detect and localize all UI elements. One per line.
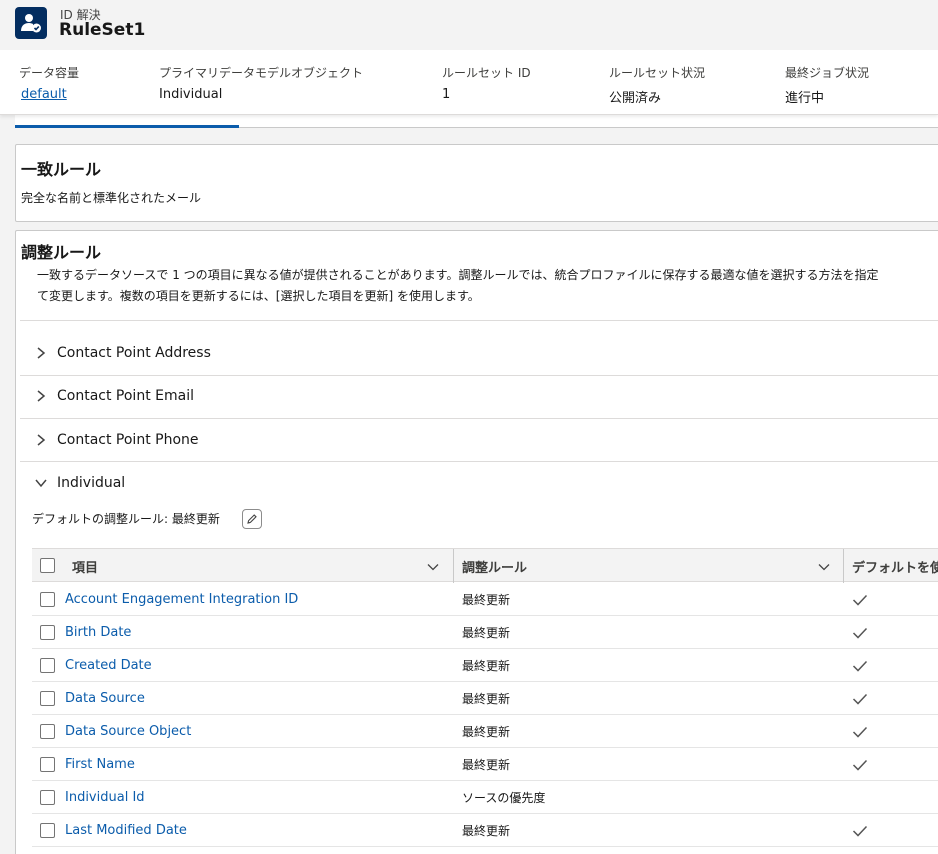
highlight-ruleset-status: ルールセット状況 公開済み xyxy=(609,64,705,106)
app-root: ID 解決 RuleSet1 データ容量 default プライマリデータモデル… xyxy=(0,0,938,854)
field-link[interactable]: Last Modified Date xyxy=(65,823,187,838)
select-all-checkbox[interactable] xyxy=(40,558,55,573)
identity-resolution-icon xyxy=(15,7,47,39)
field-label: プライマリデータモデルオブジェクト xyxy=(159,66,364,80)
column-header-rule[interactable]: 調整ルール xyxy=(462,557,527,576)
column-divider[interactable] xyxy=(843,549,844,583)
table-row: Birth Date 最終更新 xyxy=(32,616,938,649)
rule-cell: 最終更新 xyxy=(462,758,511,772)
pencil-icon xyxy=(247,514,257,524)
match-rules-card: 一致ルール 完全な名前と標準化されたメール xyxy=(15,144,938,222)
field-link[interactable]: Data Source xyxy=(65,691,145,706)
table-header: 項目 調整ルール デフォルトを使 xyxy=(32,548,938,583)
row-checkbox[interactable] xyxy=(40,625,55,640)
row-checkbox[interactable] xyxy=(40,658,55,673)
checkmark-icon xyxy=(852,726,868,738)
tab-strip xyxy=(15,115,938,128)
field-label: ルールセット ID xyxy=(442,66,531,80)
accordion-label: Contact Point Address xyxy=(57,345,211,361)
highlight-primary-object: プライマリデータモデルオブジェクト Individual xyxy=(159,64,363,102)
rule-cell: 最終更新 xyxy=(462,692,511,706)
field-label: ルールセット状況 xyxy=(609,66,706,80)
field-link[interactable]: Birth Date xyxy=(65,625,131,640)
page-title: RuleSet1 xyxy=(59,20,146,40)
reconciliation-title: 調整ルール xyxy=(21,243,102,262)
field-value: 公開済み xyxy=(609,91,662,106)
accordion-contact-point-phone[interactable]: Contact Point Phone xyxy=(20,419,938,462)
chevron-down-icon[interactable] xyxy=(427,561,439,573)
highlight-data-space: データ容量 default xyxy=(19,64,79,102)
edit-default-rule-button[interactable] xyxy=(242,509,262,529)
rule-cell: 最終更新 xyxy=(462,593,511,607)
accordion-individual[interactable]: Individual xyxy=(20,462,938,505)
default-reconciliation-rule: デフォルトの調整ルール: 最終更新 xyxy=(32,512,220,526)
rule-cell: 最終更新 xyxy=(462,725,511,739)
row-checkbox[interactable] xyxy=(40,757,55,772)
column-header-use-default[interactable]: デフォルトを使 xyxy=(852,557,938,576)
field-value: 進行中 xyxy=(785,91,825,106)
reconciliation-description-line1: 一致するデータソースで 1 つの項目に異なる値が提供されることがあります。調整ル… xyxy=(37,268,879,282)
match-rules-description: 完全な名前と標準化されたメール xyxy=(21,191,202,205)
rule-cell: ソースの優先度 xyxy=(462,791,546,805)
column-header-field[interactable]: 項目 xyxy=(72,557,98,576)
field-link[interactable]: Account Engagement Integration ID xyxy=(65,592,298,607)
match-rules-title: 一致ルール xyxy=(21,160,102,179)
reconciliation-description-line2: て変更します。複数の項目を更新するには、[選択した項目を更新] を使用します。 xyxy=(37,289,480,303)
row-checkbox[interactable] xyxy=(40,592,55,607)
field-value: 1 xyxy=(442,87,451,102)
chevron-right-icon xyxy=(37,434,46,446)
field-link[interactable]: Created Date xyxy=(65,658,152,673)
field-value: Individual xyxy=(159,87,223,102)
checkmark-icon xyxy=(852,825,868,837)
row-checkbox[interactable] xyxy=(40,790,55,805)
accordion-label: Individual xyxy=(57,475,126,491)
field-label: データ容量 xyxy=(19,66,80,80)
chevron-down-icon xyxy=(35,479,47,488)
table-row: Account Engagement Integration ID 最終更新 xyxy=(32,583,938,616)
reconciliation-rules-card: 調整ルール 一致するデータソースで 1 つの項目に異なる値が提供されることがあり… xyxy=(15,230,938,854)
field-label: 最終ジョブ状況 xyxy=(785,66,870,80)
table-row: Data Source 最終更新 xyxy=(32,682,938,715)
checkmark-icon xyxy=(852,759,868,771)
chevron-right-icon xyxy=(37,390,46,402)
table-row: Last Modified Date 最終更新 xyxy=(32,814,938,847)
accordion-label: Contact Point Phone xyxy=(57,432,199,448)
field-link[interactable]: First Name xyxy=(65,757,135,772)
row-checkbox[interactable] xyxy=(40,823,55,838)
checkmark-icon xyxy=(852,594,868,606)
active-tab-indicator xyxy=(15,125,239,128)
field-link[interactable]: Data Source Object xyxy=(65,724,191,739)
accordion-label: Contact Point Email xyxy=(57,388,194,404)
data-space-link[interactable]: default xyxy=(21,87,79,102)
chevron-right-icon xyxy=(37,347,46,359)
column-divider[interactable] xyxy=(453,549,454,583)
chevron-down-icon[interactable] xyxy=(818,561,830,573)
row-checkbox[interactable] xyxy=(40,724,55,739)
table-row: Created Date 最終更新 xyxy=(32,649,938,682)
rule-cell: 最終更新 xyxy=(462,659,511,673)
table-row: Data Source Object 最終更新 xyxy=(32,715,938,748)
checkmark-icon xyxy=(852,660,868,672)
rule-cell: 最終更新 xyxy=(462,824,511,838)
highlight-last-job-status: 最終ジョブ状況 進行中 xyxy=(785,64,869,106)
table-row: First Name 最終更新 xyxy=(32,748,938,781)
accordion-contact-point-address[interactable]: Contact Point Address xyxy=(20,332,938,375)
rule-cell: 最終更新 xyxy=(462,626,511,640)
row-checkbox[interactable] xyxy=(40,691,55,706)
record-header: ID 解決 RuleSet1 データ容量 default プライマリデータモデル… xyxy=(0,0,938,115)
divider xyxy=(20,320,938,321)
checkmark-icon xyxy=(852,627,868,639)
header-title-bar: ID 解決 RuleSet1 xyxy=(0,0,938,50)
table-row: Individual Id ソースの優先度 xyxy=(32,781,938,814)
checkmark-icon xyxy=(852,693,868,705)
field-link[interactable]: Individual Id xyxy=(65,790,145,805)
accordion-contact-point-email[interactable]: Contact Point Email xyxy=(20,375,938,418)
highlight-ruleset-id: ルールセット ID 1 xyxy=(442,64,531,102)
